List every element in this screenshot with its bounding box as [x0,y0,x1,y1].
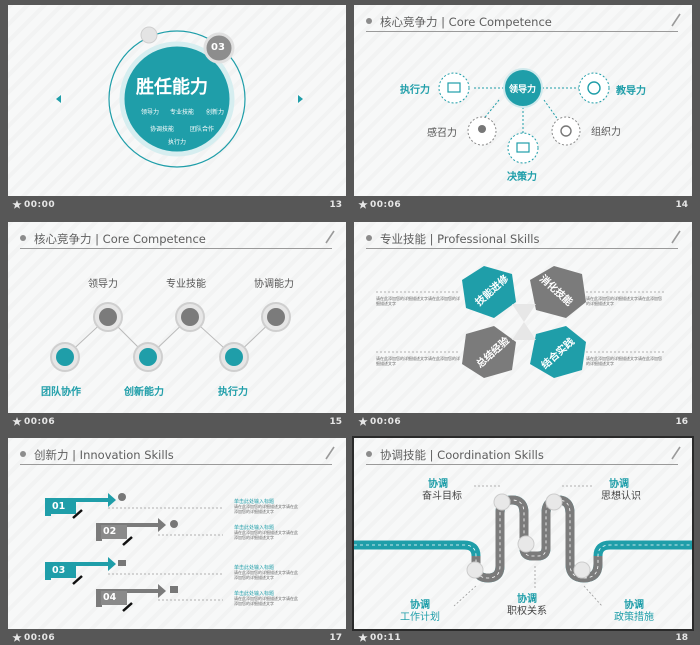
slide-16-desc-3: 请在此添加您的详细描述文字请在此添加您的详细描述文字 [376,356,460,366]
slide-14-label-2: 教导力 [616,86,646,97]
slide-thumbnail-17[interactable]: 创新力 | Innovation Skills 01 02 03 04 单击此处… [8,438,346,645]
slide-16-graphic [376,266,664,378]
slide-15-top-2: 专业技能 [166,279,206,290]
chart-icon [170,586,178,593]
slide-15-info-bar: 00:06 15 [8,413,346,434]
transition-star-icon [358,417,368,426]
transition-star-icon [358,200,368,209]
slide-thumbnail-14[interactable]: 核心竞争力 | Core Competence 领导力 执行力 教导力 感召力 … [354,5,692,217]
slide-18-label-2b: 思想认识 [601,491,641,502]
slide-13-canvas: 03 胜任能力 领导力 专业技能 创新力 协调技能 团队合作 执行力 [8,5,346,196]
slide-15-top-1: 领导力 [88,279,118,290]
slide-17-number: 17 [329,633,342,643]
slide-14-label-1: 执行力 [400,85,430,96]
slide-15-canvas: 核心竞争力 | Core Competence 领导力 专业技能 协调能力 团队… [8,222,346,413]
slide-16-desc-4: 请在此添加您的详细描述文字请在此添加您的详细描述文字 [586,356,662,366]
bag-icon [118,560,126,566]
slide-13-item-1: 领导力 [141,109,160,116]
slide-18-timing: 00:11 [358,633,401,643]
slide-14-info-bar: 00:06 14 [354,196,692,217]
slide-14-timing: 00:06 [358,200,401,210]
slide-17-info-bar: 00:06 17 [8,629,346,645]
person-icon [118,493,126,501]
slide-13-number: 13 [329,200,342,210]
slide-13-title: 胜任能力 [136,77,208,98]
slide-18-label-4b: 工作计划 [400,612,440,623]
slide-13-item-3: 创新力 [206,109,225,116]
slide-18-label-3b: 职权关系 [507,606,547,617]
slide-14-center-label: 领导力 [509,85,537,95]
slide-14-label-4: 组织力 [591,127,621,138]
slide-thumbnail-15[interactable]: 核心竞争力 | Core Competence 领导力 专业技能 协调能力 团队… [8,222,346,434]
slide-18-number: 18 [675,633,688,643]
slide-16-number: 16 [675,417,688,427]
slide-18-label-1b: 奋斗目标 [422,491,462,502]
slide-18-info-bar: 00:11 18 [354,629,692,645]
slide-13-item-2: 专业技能 [170,109,195,116]
slide-13-timing: 00:00 [12,200,55,210]
slide-16-info-bar: 00:06 16 [354,413,692,434]
prev-arrow-icon [56,95,61,103]
slide-18-label-5b: 政策措施 [614,612,654,623]
slide-17-step-1: 01 [52,501,66,512]
slide-14-canvas: 核心竞争力 | Core Competence 领导力 执行力 教导力 感召力 … [354,5,692,196]
transition-star-icon [358,633,368,642]
slide-17-desc-3: 请在此添加您的详细描述文字请在此添加您的详细描述文字 [234,570,298,580]
slide-16-desc-1: 请在此添加您的详细描述文字请在此添加您的详细描述文字 [376,296,460,306]
slide-18-canvas: 协调技能 | Coordination Skills 协调 奋斗目标 协调 思想… [352,436,694,631]
slide-15-bottom-3: 执行力 [218,387,248,398]
slide-14-number: 14 [675,200,688,210]
slide-14-label-3: 感召力 [427,128,457,139]
gear-icon [170,520,178,528]
slide-thumbnail-16[interactable]: 专业技能 | Professional Skills 技能进修 消化技能 总结经… [354,222,692,434]
slide-16-desc-2: 请在此添加您的详细描述文字请在此添加您的详细描述文字 [586,296,662,306]
slide-17-desc-1: 请在此添加您的详细描述文字请在此添加您的详细描述文字 [234,504,298,514]
transition-star-icon [12,633,22,642]
slide-17-timing: 00:06 [12,633,55,643]
slide-17-desc-2: 请在此添加您的详细描述文字请在此添加您的详细描述文字 [234,530,298,540]
slide-15-timing: 00:06 [12,417,55,427]
slide-13-item-6: 执行力 [168,139,187,146]
slide-15-number: 15 [329,417,342,427]
slide-15-top-3: 协调能力 [254,279,294,290]
transition-star-icon [12,417,22,426]
slide-thumbnail-18[interactable]: 协调技能 | Coordination Skills 协调 奋斗目标 协调 思想… [352,436,694,645]
slide-17-step-2: 02 [103,526,117,537]
slide-thumbnail-13[interactable]: 03 胜任能力 领导力 专业技能 创新力 协调技能 团队合作 执行力 00:00… [8,5,346,217]
slide-17-canvas: 创新力 | Innovation Skills 01 02 03 04 单击此处… [8,438,346,629]
slide-16-timing: 00:06 [358,417,401,427]
slide-13-badge: 03 [211,42,225,53]
slide-16-canvas: 专业技能 | Professional Skills 技能进修 消化技能 总结经… [354,222,692,413]
slide-13-item-5: 团队合作 [190,126,215,133]
slide-15-bottom-1: 团队协作 [41,387,81,398]
slide-15-bottom-2: 创新能力 [124,387,164,398]
slide-17-step-3: 03 [52,565,66,576]
transition-star-icon [12,200,22,209]
slide-17-desc-4: 请在此添加您的详细描述文字请在此添加您的详细描述文字 [234,596,298,606]
next-arrow-icon [298,95,303,103]
slide-17-step-4: 04 [103,592,117,603]
slide-13-info-bar: 00:00 13 [8,196,346,217]
slide-13-item-4: 协调技能 [150,126,175,133]
slide-14-label-5: 决策力 [507,172,537,183]
slide-13-graphic [56,26,303,168]
